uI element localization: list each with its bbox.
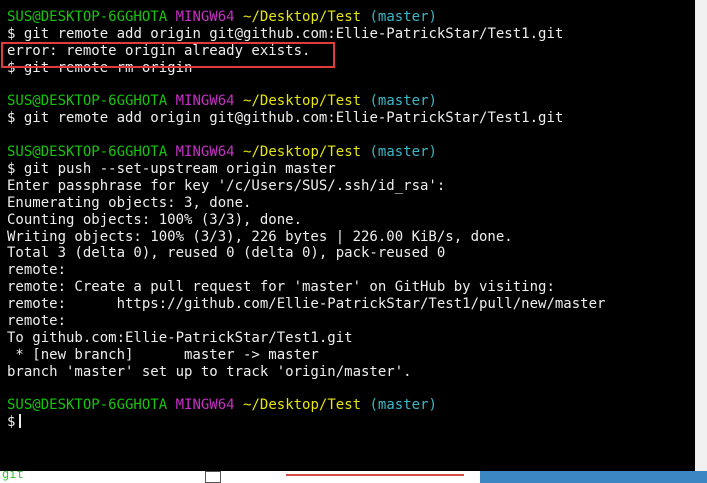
output-line: remote: (7, 313, 67, 330)
prompt-user: SUS@DESKTOP-6GGHOTA (7, 397, 168, 414)
prompt-branch: (master) (369, 144, 437, 161)
prompt-system: MINGW64 (175, 144, 235, 161)
prompt-system: MINGW64 (175, 397, 235, 414)
command-line: $ git remote add origin git@github.com:E… (7, 110, 605, 127)
prompt-system: MINGW64 (175, 9, 235, 25)
scrollbar[interactable] (695, 0, 707, 471)
output-line: branch 'master' set up to track 'origin/… (7, 363, 412, 380)
background-text: git (2, 471, 24, 481)
prompt-branch: (master) (369, 93, 437, 110)
text-cursor (19, 414, 22, 429)
prompt-symbol: $ (7, 161, 16, 178)
prompt-user: SUS@DESKTOP-6GGHOTA (7, 9, 168, 25)
prompt-path: ~/Desktop/Test (243, 9, 362, 25)
output-line: Writing objects: 100% (3/3), 226 bytes |… (7, 228, 513, 245)
prompt-symbol: $ (7, 25, 16, 42)
prompt-line: SUS@DESKTOP-6GGHOTA MINGW64 ~/Desktop/Te… (7, 9, 605, 26)
error-line: error: remote origin already exists. (7, 42, 311, 59)
output-line: Total 3 (delta 0), reused 0 (delta 0), p… (7, 245, 446, 262)
prompt-branch: (master) (369, 9, 437, 25)
background-box (205, 471, 221, 483)
prompt-symbol: $ (7, 414, 16, 431)
background-panel (480, 471, 707, 483)
output-line: remote: (7, 262, 67, 279)
background-underline (286, 474, 464, 476)
prompt-path: ~/Desktop/Test (243, 93, 362, 110)
prompt-path: ~/Desktop/Test (243, 144, 362, 161)
prompt-symbol: $ (7, 110, 16, 127)
prompt-user: SUS@DESKTOP-6GGHOTA (7, 93, 168, 110)
prompt-system: MINGW64 (175, 93, 235, 110)
terminal-output: SUS@DESKTOP-6GGHOTA MINGW64 ~/Desktop/Te… (7, 9, 605, 431)
background-window-strip: git (0, 471, 707, 483)
prompt-line: SUS@DESKTOP-6GGHOTA MINGW64 ~/Desktop/Te… (7, 397, 605, 414)
output-line: Counting objects: 100% (3/3), done. (7, 211, 303, 228)
input-line[interactable]: $ (7, 414, 605, 431)
command-line: $ git remote rm origin (7, 60, 605, 77)
command-line: $ git remote add origin git@github.com:E… (7, 26, 605, 43)
command-text: git push --set-upstream origin master (23, 161, 336, 178)
prompt-user: SUS@DESKTOP-6GGHOTA (7, 144, 168, 161)
prompt-line: SUS@DESKTOP-6GGHOTA MINGW64 ~/Desktop/Te… (7, 93, 605, 110)
output-line[interactable]: remote: https://github.com/Ellie-Patrick… (7, 296, 605, 313)
output-line: Enumerating objects: 3, done. (7, 194, 252, 211)
command-text: git remote add origin git@github.com:Ell… (23, 25, 564, 42)
terminal-window[interactable]: SUS@DESKTOP-6GGHOTA MINGW64 ~/Desktop/Te… (0, 0, 695, 471)
command-line: $ git push --set-upstream origin master (7, 161, 605, 178)
prompt-symbol: $ (7, 59, 16, 76)
output-line: To github.com:Ellie-PatrickStar/Test1.gi… (7, 329, 353, 346)
command-text: git remote rm origin (23, 59, 193, 76)
prompt-branch: (master) (369, 397, 437, 414)
output-line: Enter passphrase for key '/c/Users/SUS/.… (7, 177, 446, 194)
command-text: git remote add origin git@github.com:Ell… (23, 110, 564, 127)
output-line: remote: Create a pull request for 'maste… (7, 279, 555, 296)
prompt-path: ~/Desktop/Test (243, 397, 362, 414)
prompt-line: SUS@DESKTOP-6GGHOTA MINGW64 ~/Desktop/Te… (7, 144, 605, 161)
output-line: * [new branch] master -> master (7, 346, 319, 363)
